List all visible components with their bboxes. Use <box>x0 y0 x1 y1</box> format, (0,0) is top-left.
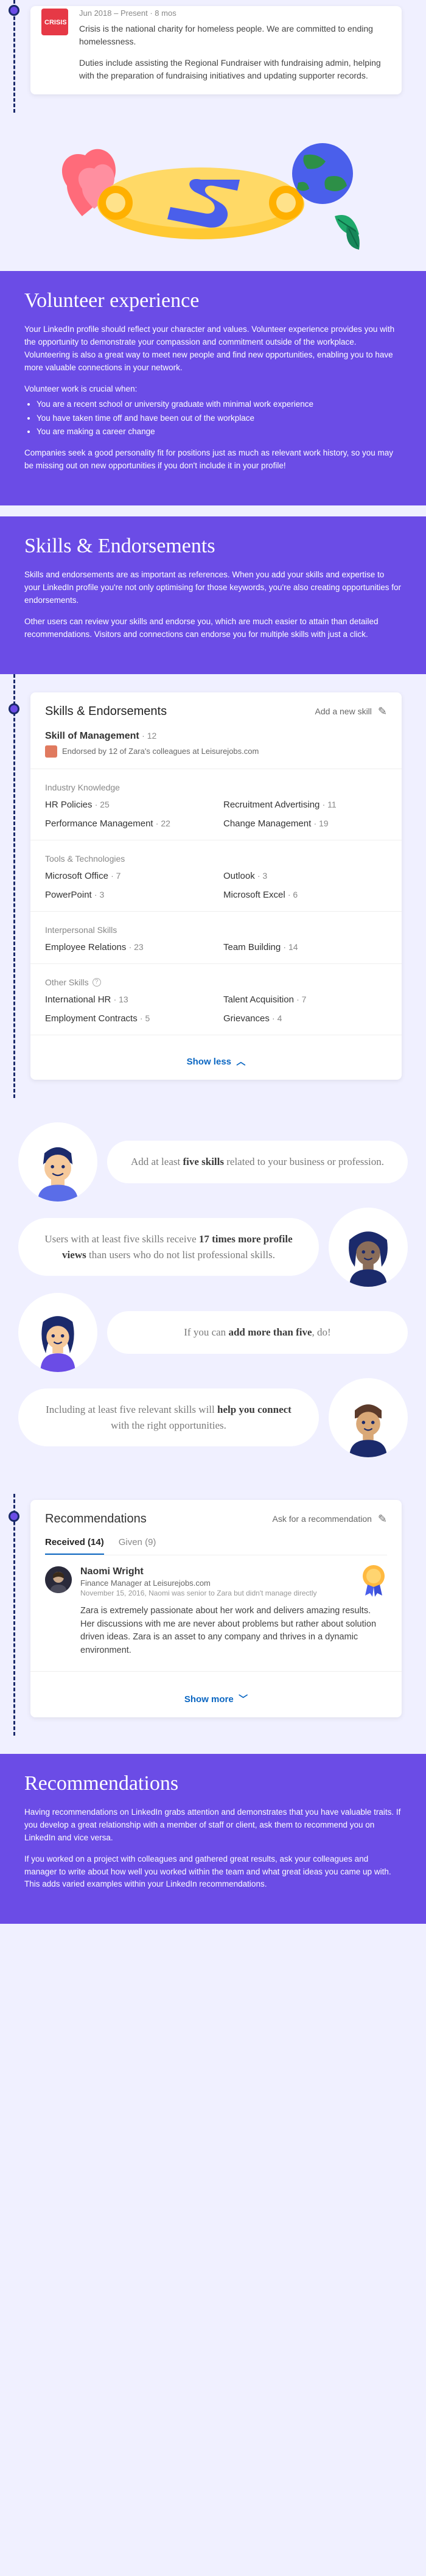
recommendation-date: November 15, 2016, Naomi was senior to Z… <box>80 1589 387 1597</box>
recommendations-section: Recommendations Having recommendations o… <box>0 1754 426 1924</box>
volunteer-p3: Companies seek a good personality fit fo… <box>24 447 402 473</box>
experience-dates: Jun 2018 – Present · 8 mos <box>79 9 387 18</box>
recommender-role: Finance Manager at Leisurejobs.com <box>80 1578 387 1588</box>
edit-icon[interactable]: ✎ <box>378 705 387 718</box>
skill-item[interactable]: Employee Relations · 23 <box>45 942 209 952</box>
category-industry: Industry Knowledge <box>45 783 387 792</box>
skill-item[interactable]: Grievances · 4 <box>223 1013 387 1024</box>
recommendation-text: Zara is extremely passionate about her w… <box>80 1605 387 1658</box>
speech-bubble-4: Including at least five relevant skills … <box>18 1388 319 1446</box>
person-avatar-3 <box>18 1293 97 1372</box>
show-more-button[interactable]: Show more ﹀ <box>45 1683 387 1705</box>
endorsed-by-text: Endorsed by 12 of Zara's colleagues at L… <box>62 747 259 756</box>
volunteer-p1: Your LinkedIn profile should reflect you… <box>24 323 402 375</box>
chevron-up-icon: ︿ <box>236 1057 245 1067</box>
volunteer-section: Volunteer experience Your LinkedIn profi… <box>0 271 426 505</box>
person-avatar-1 <box>18 1122 97 1202</box>
recommender-name[interactable]: Naomi Wright <box>80 1566 387 1577</box>
skill-item[interactable]: PowerPoint · 3 <box>45 890 209 900</box>
speech-bubble-3: If you can add more than five, do! <box>107 1311 408 1354</box>
skill-item[interactable]: Recruitment Advertising · 11 <box>223 800 387 810</box>
add-skill-link[interactable]: Add a new skill <box>315 706 372 716</box>
skills-p2: Other users can review your skills and e… <box>24 616 402 641</box>
recommendations-p2: If you worked on a project with colleagu… <box>24 1853 402 1892</box>
recommender-avatar[interactable] <box>45 1566 72 1593</box>
tab-given[interactable]: Given (9) <box>119 1537 156 1555</box>
volunteer-heading: Volunteer experience <box>24 289 402 312</box>
endorser-avatars <box>45 745 57 758</box>
skills-tips-section: Add at least five skills related to your… <box>0 1098 426 1494</box>
skill-item[interactable]: Talent Acquisition · 7 <box>223 994 387 1005</box>
person-avatar-2 <box>329 1208 408 1287</box>
recommendations-title: Recommendations <box>45 1512 147 1526</box>
tab-received[interactable]: Received (14) <box>45 1537 104 1555</box>
top-skill-name[interactable]: Skill of Management <box>45 731 139 741</box>
volunteer-p2: Volunteer work is crucial when: <box>24 383 402 396</box>
chevron-down-icon: ﹀ <box>239 1694 248 1705</box>
skill-item[interactable]: HR Policies · 25 <box>45 800 209 810</box>
award-ribbon-icon <box>357 1563 391 1597</box>
speech-bubble-1: Add at least five skills related to your… <box>107 1141 408 1183</box>
experience-description-1: Crisis is the national charity for homel… <box>79 23 387 48</box>
skills-endorsements-section: Skills & Endorsements Skills and endorse… <box>0 516 426 674</box>
skill-item[interactable]: Microsoft Office · 7 <box>45 871 209 881</box>
speech-bubble-2: Users with at least five skills receive … <box>18 1218 319 1276</box>
skills-card-title: Skills & Endorsements <box>45 705 167 719</box>
skill-item[interactable]: Performance Management · 22 <box>45 818 209 829</box>
show-less-button[interactable]: Show less ︿ <box>45 1046 387 1068</box>
skills-p1: Skills and endorsements are as important… <box>24 569 402 607</box>
skill-item[interactable]: Employment Contracts · 5 <box>45 1013 209 1024</box>
company-logo: CRISIS <box>41 9 68 35</box>
category-tools: Tools & Technologies <box>45 854 387 864</box>
volunteer-illustration <box>18 113 408 271</box>
volunteer-bullets: You are a recent school or university gr… <box>37 398 402 439</box>
recommendations-heading: Recommendations <box>24 1772 402 1795</box>
category-other: Other Skills ? <box>45 977 387 987</box>
recommendations-p1: Having recommendations on LinkedIn grabs… <box>24 1806 402 1845</box>
svg-text:CRISIS: CRISIS <box>44 19 66 26</box>
person-avatar-4 <box>329 1378 408 1457</box>
experience-description-2: Duties include assisting the Regional Fu… <box>79 57 387 82</box>
help-icon[interactable]: ? <box>93 978 101 987</box>
skill-item[interactable]: Change Management · 19 <box>223 818 387 829</box>
top-skill-count: · 12 <box>142 731 156 741</box>
skill-item[interactable]: Team Building · 14 <box>223 942 387 952</box>
edit-icon[interactable]: ✎ <box>378 1513 387 1526</box>
category-interpersonal: Interpersonal Skills <box>45 925 387 935</box>
skill-item[interactable]: Microsoft Excel · 6 <box>223 890 387 900</box>
ask-recommendation-link[interactable]: Ask for a recommendation <box>273 1514 372 1524</box>
skill-item[interactable]: International HR · 13 <box>45 994 209 1005</box>
skill-item[interactable]: Outlook · 3 <box>223 871 387 881</box>
skills-heading: Skills & Endorsements <box>24 535 402 558</box>
